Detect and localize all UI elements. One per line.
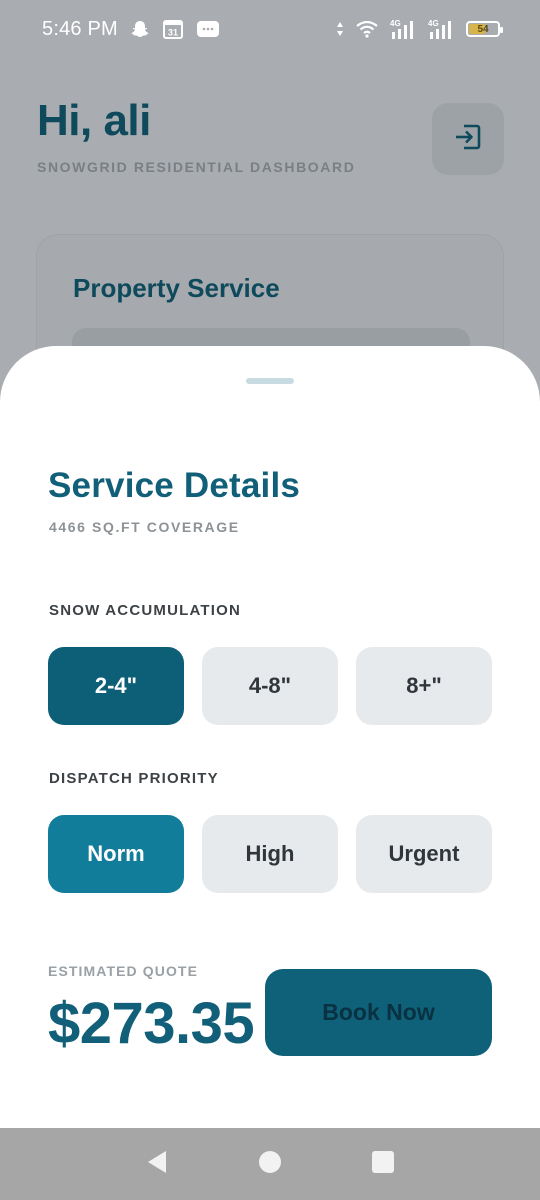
system-nav-bar	[0, 1128, 540, 1200]
back-triangle-icon	[145, 1149, 169, 1180]
calendar-day: 31	[168, 28, 178, 38]
network-label-2: 4G	[428, 19, 439, 28]
priority-option-urgent[interactable]: Urgent	[356, 815, 492, 893]
battery-level: 54	[477, 23, 489, 35]
data-arrows-icon	[336, 21, 344, 37]
snapchat-icon	[130, 19, 150, 39]
snow-accumulation-label: SNOW ACCUMULATION	[49, 602, 242, 619]
home-circle-icon	[258, 1150, 282, 1179]
recents-square-icon	[371, 1150, 395, 1179]
priority-options: Norm High Urgent	[48, 815, 492, 893]
network-label-1: 4G	[390, 19, 401, 28]
status-time: 5:46 PM	[42, 17, 118, 40]
dashboard-subtitle: SNOWGRID RESIDENTIAL DASHBOARD	[37, 159, 356, 175]
logout-button[interactable]	[432, 103, 504, 175]
property-card-title: Property Service	[73, 273, 280, 303]
priority-option-high[interactable]: High	[202, 815, 338, 893]
book-now-button[interactable]: Book Now	[265, 969, 492, 1056]
status-bar: 5:46 PM 31 4G 4G 54	[0, 0, 540, 58]
message-icon	[196, 20, 220, 38]
wifi-icon	[356, 20, 378, 38]
coverage-text: 4466 SQ.FT COVERAGE	[49, 519, 240, 535]
snow-option-2-4[interactable]: 2-4"	[48, 647, 184, 725]
battery-icon: 54	[466, 21, 503, 37]
sheet-drag-handle[interactable]	[246, 378, 294, 384]
sheet-title: Service Details	[48, 466, 301, 505]
priority-option-norm[interactable]: Norm	[48, 815, 184, 893]
greeting-title: Hi, ali	[37, 96, 151, 145]
logout-icon	[452, 121, 484, 158]
calendar-icon: 31	[162, 18, 184, 40]
estimated-quote-label: ESTIMATED QUOTE	[48, 963, 199, 979]
signal-4g-icon: 4G	[390, 18, 416, 40]
snow-options: 2-4" 4-8" 8+"	[48, 647, 492, 725]
dispatch-priority-label: DISPATCH PRIORITY	[49, 770, 219, 787]
home-button[interactable]	[250, 1144, 290, 1184]
signal-4g-icon-2: 4G	[428, 18, 454, 40]
recents-button[interactable]	[363, 1144, 403, 1184]
estimated-quote-value: $273.35	[48, 991, 255, 1056]
snow-option-4-8[interactable]: 4-8"	[202, 647, 338, 725]
snow-option-8-plus[interactable]: 8+"	[356, 647, 492, 725]
back-button[interactable]	[137, 1144, 177, 1184]
